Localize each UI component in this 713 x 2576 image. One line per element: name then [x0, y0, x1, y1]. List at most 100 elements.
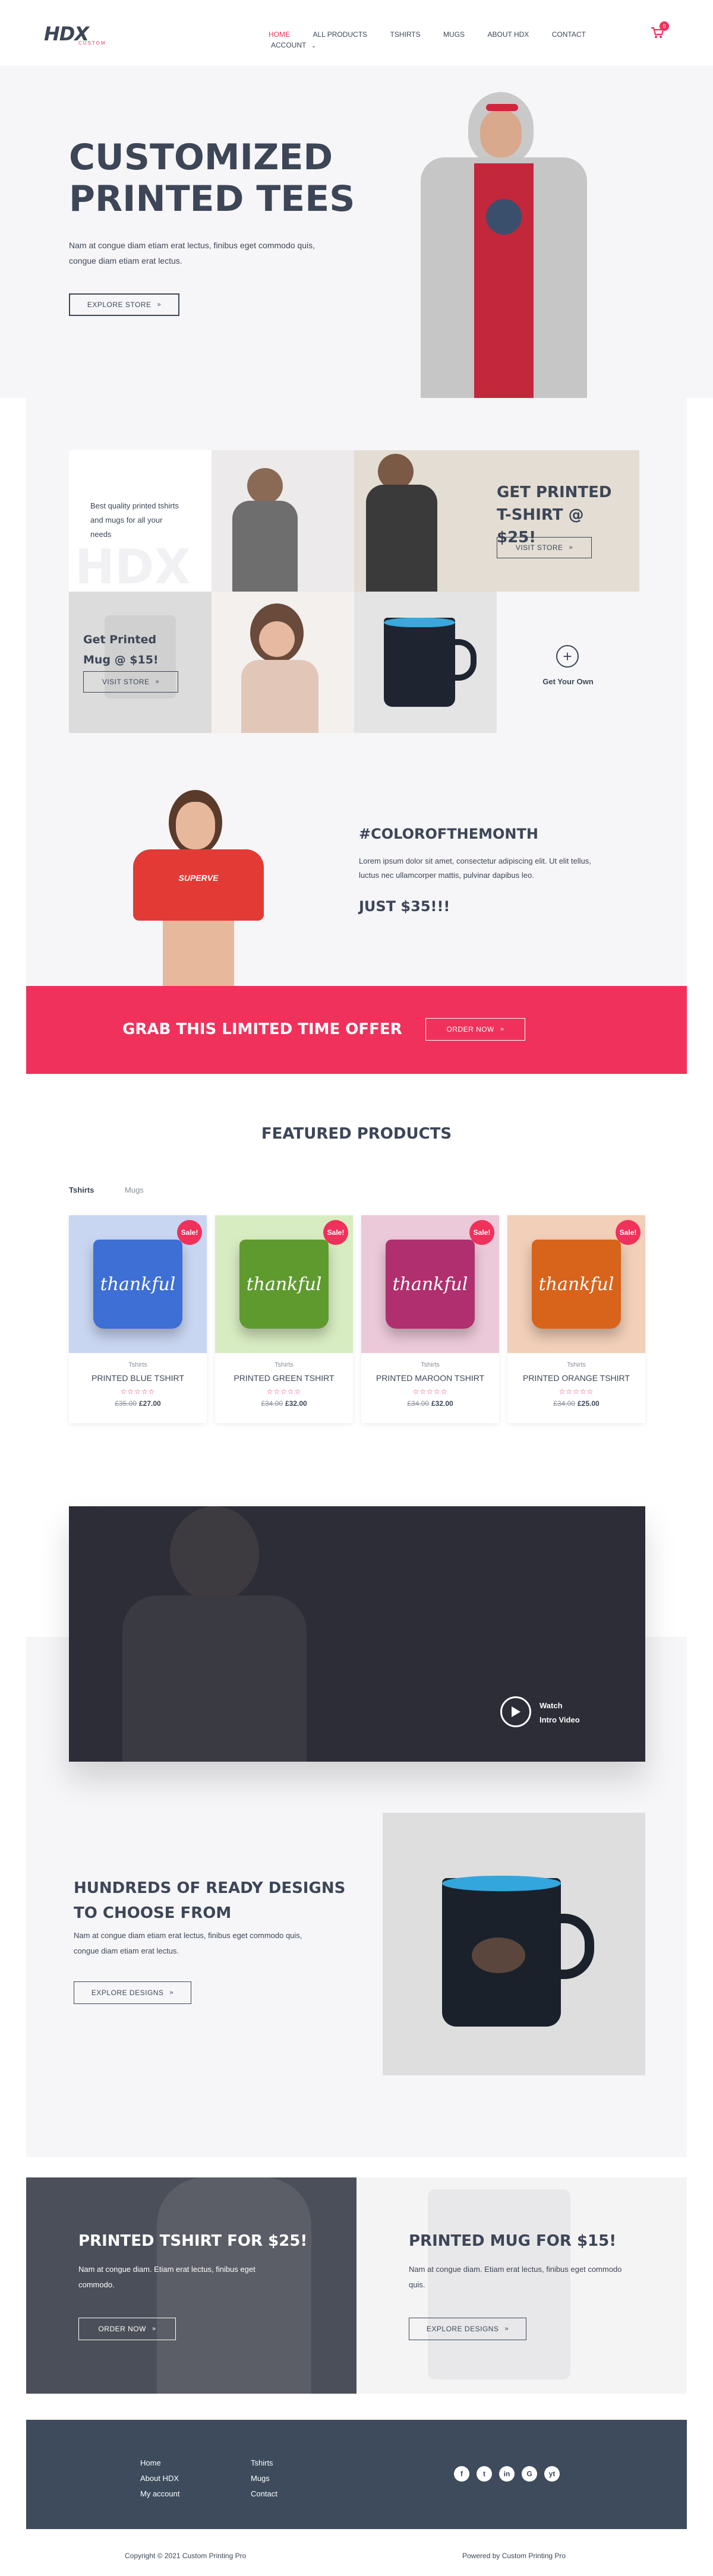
visit-store-button-mug[interactable]: VISIT STORE » [83, 671, 178, 693]
nav-all-products[interactable]: ALL PRODUCTS [313, 30, 367, 39]
site-header: HDX CUSTOM HOME ALL PRODUCTS TSHIRTS MUG… [0, 0, 713, 65]
product-category[interactable]: Tshirts [215, 1361, 353, 1368]
promo-order-now-button[interactable]: ORDER NOW » [78, 2318, 176, 2340]
explore-designs-button[interactable]: EXPLORE DESIGNS » [74, 1981, 191, 2004]
nav-home[interactable]: HOME [269, 30, 290, 39]
youtube-icon[interactable]: yt [544, 2466, 560, 2482]
footer-link-home[interactable]: Home [140, 2455, 179, 2471]
hero-model-image [397, 92, 611, 398]
explore-designs-label: EXPLORE DESIGNS [91, 1989, 164, 1997]
product-price: £34.00 £32.00 [361, 1399, 499, 1408]
nav-about[interactable]: ABOUT HDX [488, 30, 529, 39]
video-label-line2: Intro Video [540, 1715, 580, 1724]
promo-mug-title: PRINTED MUG FOR $15! [409, 2232, 617, 2250]
girl-sunglasses-image [212, 592, 354, 733]
nav-mugs[interactable]: MUGS [443, 30, 465, 39]
intro-text: Best quality printed tshirts and mugs fo… [90, 501, 179, 539]
footer-link-about[interactable]: About HDX [140, 2471, 179, 2486]
tshirt-graphic: thankful [239, 1240, 329, 1329]
play-icon[interactable] [500, 1696, 531, 1727]
nav-account[interactable]: ACCOUNT [271, 41, 306, 49]
explore-store-button[interactable]: EXPLORE STORE » [69, 293, 179, 316]
sale-badge: Sale! [616, 1220, 641, 1245]
shirt-print: SUPERVE [178, 873, 219, 883]
cart-button[interactable]: 0 [650, 21, 669, 42]
sale-badge: Sale! [323, 1220, 348, 1245]
designs-mug-image [383, 1813, 645, 2075]
offer-banner: GRAB THIS LIMITED TIME OFFER ORDER NOW » [26, 986, 687, 1074]
designs-title-line1: HUNDREDS OF READY DESIGNS [74, 1879, 346, 1897]
old-price: £34.00 [261, 1399, 283, 1408]
color-month-text: Lorem ipsum dolor sit amet, consectetur … [359, 856, 591, 880]
order-now-button[interactable]: ORDER NOW » [425, 1018, 525, 1041]
designs-title: HUNDREDS OF READY DESIGNS TO CHOOSE FROM [74, 1876, 345, 1926]
tshirt-graphic: thankful [386, 1240, 475, 1329]
tshirt-graphic: thankful [93, 1240, 182, 1329]
double-chevron-icon: » [500, 1026, 504, 1033]
order-now-label: ORDER NOW [446, 1025, 494, 1033]
video-label-line1: Watch [540, 1701, 563, 1710]
double-chevron-icon: » [504, 2325, 509, 2332]
product-name[interactable]: PRINTED GREEN TSHIRT [215, 1373, 353, 1383]
twitter-icon[interactable]: t [477, 2466, 492, 2482]
old-price: £35.00 [115, 1399, 137, 1408]
main-nav: HOME ALL PRODUCTS TSHIRTS MUGS ABOUT HDX… [251, 29, 631, 49]
visit-store-button[interactable]: VISIT STORE » [497, 537, 592, 558]
sale-price: £27.00 [139, 1399, 161, 1408]
nav-tshirts[interactable]: TSHIRTS [390, 30, 420, 39]
color-month-price: JUST $35!!! [359, 898, 450, 915]
girl-shirt-image [212, 450, 354, 592]
footer-link-account[interactable]: My account [140, 2486, 179, 2502]
chevron-down-icon: ⌄ [311, 43, 317, 49]
video-block[interactable]: Watch Intro Video [69, 1506, 645, 1762]
google-icon[interactable]: G [522, 2466, 537, 2482]
color-month-model: SUPERVE [109, 790, 288, 986]
color-month-title: #COLOROFTHEMONTH [359, 826, 538, 842]
product-name[interactable]: PRINTED MAROON TSHIRT [361, 1373, 499, 1383]
double-chevron-icon: » [569, 544, 573, 551]
tab-mugs[interactable]: Mugs [125, 1186, 144, 1194]
hero-title-line1: CUSTOMIZED [69, 137, 333, 178]
promo-explore-designs-button[interactable]: EXPLORE DESIGNS » [409, 2318, 526, 2340]
promo-tshirt-text: Nam at congue diam. Etiam erat lectus, f… [78, 2265, 255, 2289]
footer-link-contact[interactable]: Contact [251, 2486, 277, 2502]
double-chevron-icon: » [169, 1989, 174, 1996]
visit-store-label: VISIT STORE [102, 678, 150, 686]
cart-count-badge: 0 [660, 21, 669, 31]
promo-tshirt-title: PRINTED TSHIRT FOR $25! [78, 2232, 308, 2250]
product-category[interactable]: Tshirts [507, 1361, 645, 1368]
powered-by: Powered by Custom Printing Pro [462, 2552, 566, 2560]
linkedin-icon[interactable]: in [499, 2466, 515, 2482]
product-name[interactable]: PRINTED ORANGE TSHIRT [507, 1373, 645, 1383]
sale-price: £32.00 [285, 1399, 307, 1408]
designs-text: Nam at congue diam etiam erat lectus, fi… [74, 1931, 302, 1955]
footer-link-mugs[interactable]: Mugs [251, 2471, 277, 2486]
footer-link-tshirts[interactable]: Tshirts [251, 2455, 277, 2471]
product-category[interactable]: Tshirts [361, 1361, 499, 1368]
product-category[interactable]: Tshirts [69, 1361, 207, 1368]
facebook-icon[interactable]: f [454, 2466, 469, 2482]
footer: Home About HDX My account Tshirts Mugs C… [26, 2420, 687, 2529]
get-your-own-tile[interactable]: + Get Your Own [497, 592, 639, 733]
video-label: Watch Intro Video [540, 1699, 580, 1727]
product-card[interactable]: thankful Sale! Tshirts PRINTED ORANGE TSHIR… [507, 1215, 645, 1423]
mug-promo-title: Get Printed Mug @ $15! [83, 633, 159, 666]
product-card[interactable]: thankful Sale! Tshirts PRINTED BLUE TSHIRT ☆… [69, 1215, 207, 1423]
logo[interactable]: HDX CUSTOM [44, 23, 109, 46]
product-card[interactable]: thankful Sale! Tshirts PRINTED GREEN TSHIRT… [215, 1215, 353, 1423]
nav-contact[interactable]: CONTACT [552, 30, 586, 39]
intro-tile: HDX Best quality printed tshirts and mug… [69, 450, 212, 592]
featured-title: FEATURED PRODUCTS [261, 1125, 452, 1143]
double-chevron-icon: » [155, 678, 160, 685]
rating-stars-icon: ☆☆☆☆☆ [266, 1387, 302, 1396]
tab-tshirts[interactable]: Tshirts [69, 1186, 94, 1194]
tshirt-promo-tile: GET PRINTED T-SHIRT @ $25! VISIT STORE» [354, 450, 639, 592]
shirt-print-text: thankful [246, 1273, 322, 1295]
product-card[interactable]: thankful Sale! Tshirts PRINTED MAROON TSHIR… [361, 1215, 499, 1423]
copyright: Copyright © 2021 Custom Printing Pro [125, 2552, 247, 2560]
old-price: £34.00 [407, 1399, 429, 1408]
promo-explore-designs-label: EXPLORE DESIGNS [426, 2325, 499, 2333]
product-name[interactable]: PRINTED BLUE TSHIRT [69, 1373, 207, 1383]
sale-price: £25.00 [578, 1399, 600, 1408]
footer-links-col1: Home About HDX My account [140, 2455, 179, 2502]
